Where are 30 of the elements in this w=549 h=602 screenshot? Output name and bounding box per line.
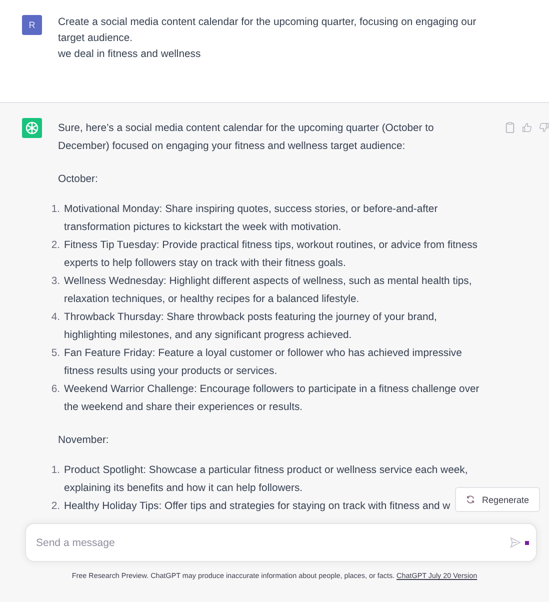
message-text: Sure, here’s a social media content calendar for the upcoming quarter (October to December) focused on engaging your fitness and wellness target audience:: [58, 122, 435, 154]
list-number: 4.: [50, 311, 60, 325]
user-avatar: R: [22, 15, 42, 35]
message-text: Create a social media content calendar for the upcoming quarter, focusing on engaging our target audience.: [58, 16, 478, 46]
regenerate-button[interactable]: Regenerate: [454, 487, 540, 512]
list-number: 1.: [50, 464, 60, 478]
assistant-logo-icon: [22, 118, 42, 138]
section-heading: November:: [58, 434, 110, 448]
message-text: we deal in fitness and wellness: [58, 48, 202, 62]
list-item-text: Wellness Wednesday: Highlight different aspects of wellness, such as mental health tips, relaxation techniques, or healthy recipes for a balanced lifestyle.: [64, 275, 473, 307]
list-item-text: Fitness Tip Tuesday: Provide practical fitness tips, workout routines, or advice from fitness experts to help followers stay on track with their fitness goals.: [64, 239, 478, 271]
list-number: 5.: [50, 347, 60, 361]
send-icon[interactable]: [510, 537, 521, 548]
list-item-text: Fan Feature Friday: Feature a loyal customer or follower who has achieved impressive fitness results using your products or services.: [64, 347, 463, 379]
list-number: 2.: [50, 239, 60, 253]
list-number: 2.: [50, 500, 60, 514]
list-item-text: Throwback Thursday: Share throwback posts featuring the journey of your brand, highlighting milestones, and any significant progress achieved.: [64, 311, 438, 343]
indicator-icon: [525, 541, 529, 545]
list-number: 6.: [50, 383, 60, 397]
list-item-text: Weekend Warrior Challenge: Encourage followers to participate in a fitness challenge over the weekend and share their experiences or results.: [64, 383, 480, 415]
list-item-text: Healthy Holiday Tips: Offer tips and strategies for staying on track with fitness and w: [64, 500, 450, 514]
list-number: 1.: [50, 203, 60, 217]
thumbs-down-icon[interactable]: [539, 122, 549, 133]
clipboard-icon[interactable]: [505, 122, 515, 133]
section-heading: October:: [58, 173, 99, 187]
refresh-icon: [466, 495, 475, 504]
thumbs-up-icon[interactable]: [522, 122, 532, 133]
list-item-text: Motivational Monday: Share inspiring quotes, success stories, or before-and-after transformation pictures to kickstart the week with motivation.: [64, 203, 439, 235]
message-input-field[interactable]: Send a message: [25, 523, 537, 562]
list-number: 3.: [50, 275, 60, 289]
